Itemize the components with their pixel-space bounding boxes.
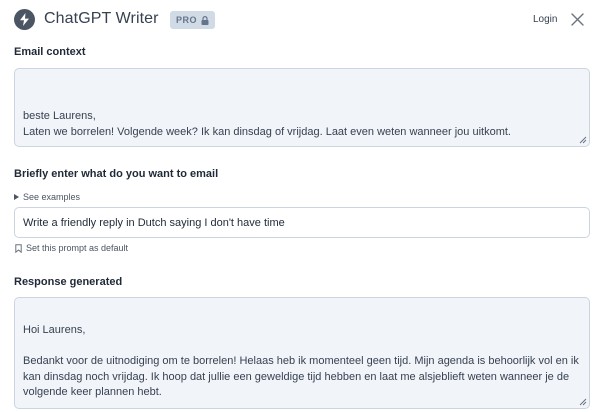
email-context-text: beste Laurens, Laten we borrelen! Volgen… xyxy=(23,110,511,138)
header: ChatGPT Writer PRO Login xyxy=(0,0,608,40)
prompt-input[interactable] xyxy=(14,207,590,238)
set-default-toggle[interactable]: Set this prompt as default xyxy=(15,243,128,253)
see-examples-label: See examples xyxy=(23,192,81,202)
see-examples-toggle[interactable]: See examples xyxy=(14,192,80,202)
pro-badge-label: PRO xyxy=(176,15,198,25)
resize-grip-icon[interactable] xyxy=(579,398,587,406)
email-context-textarea[interactable]: beste Laurens, Laten we borrelen! Volgen… xyxy=(14,68,590,147)
prompt-label: Briefly enter what do you want to email xyxy=(14,168,219,180)
response-text: Hoi Laurens, Bedankt voor de uitnodiging… xyxy=(23,324,579,398)
bookmark-icon xyxy=(15,243,22,253)
app-title: ChatGPT Writer xyxy=(44,10,159,27)
triangle-right-icon xyxy=(14,194,19,200)
email-context-label: Email context xyxy=(14,46,86,58)
lock-icon xyxy=(201,15,209,25)
login-link[interactable]: Login xyxy=(533,14,557,25)
resize-grip-icon[interactable] xyxy=(579,136,587,144)
set-default-label: Set this prompt as default xyxy=(26,243,129,253)
response-label: Response generated xyxy=(14,276,123,288)
response-textarea[interactable]: Hoi Laurens, Bedankt voor de uitnodiging… xyxy=(14,297,590,409)
pro-badge: PRO xyxy=(170,11,216,29)
lightning-bolt-icon xyxy=(14,9,35,30)
close-icon[interactable] xyxy=(570,12,585,27)
